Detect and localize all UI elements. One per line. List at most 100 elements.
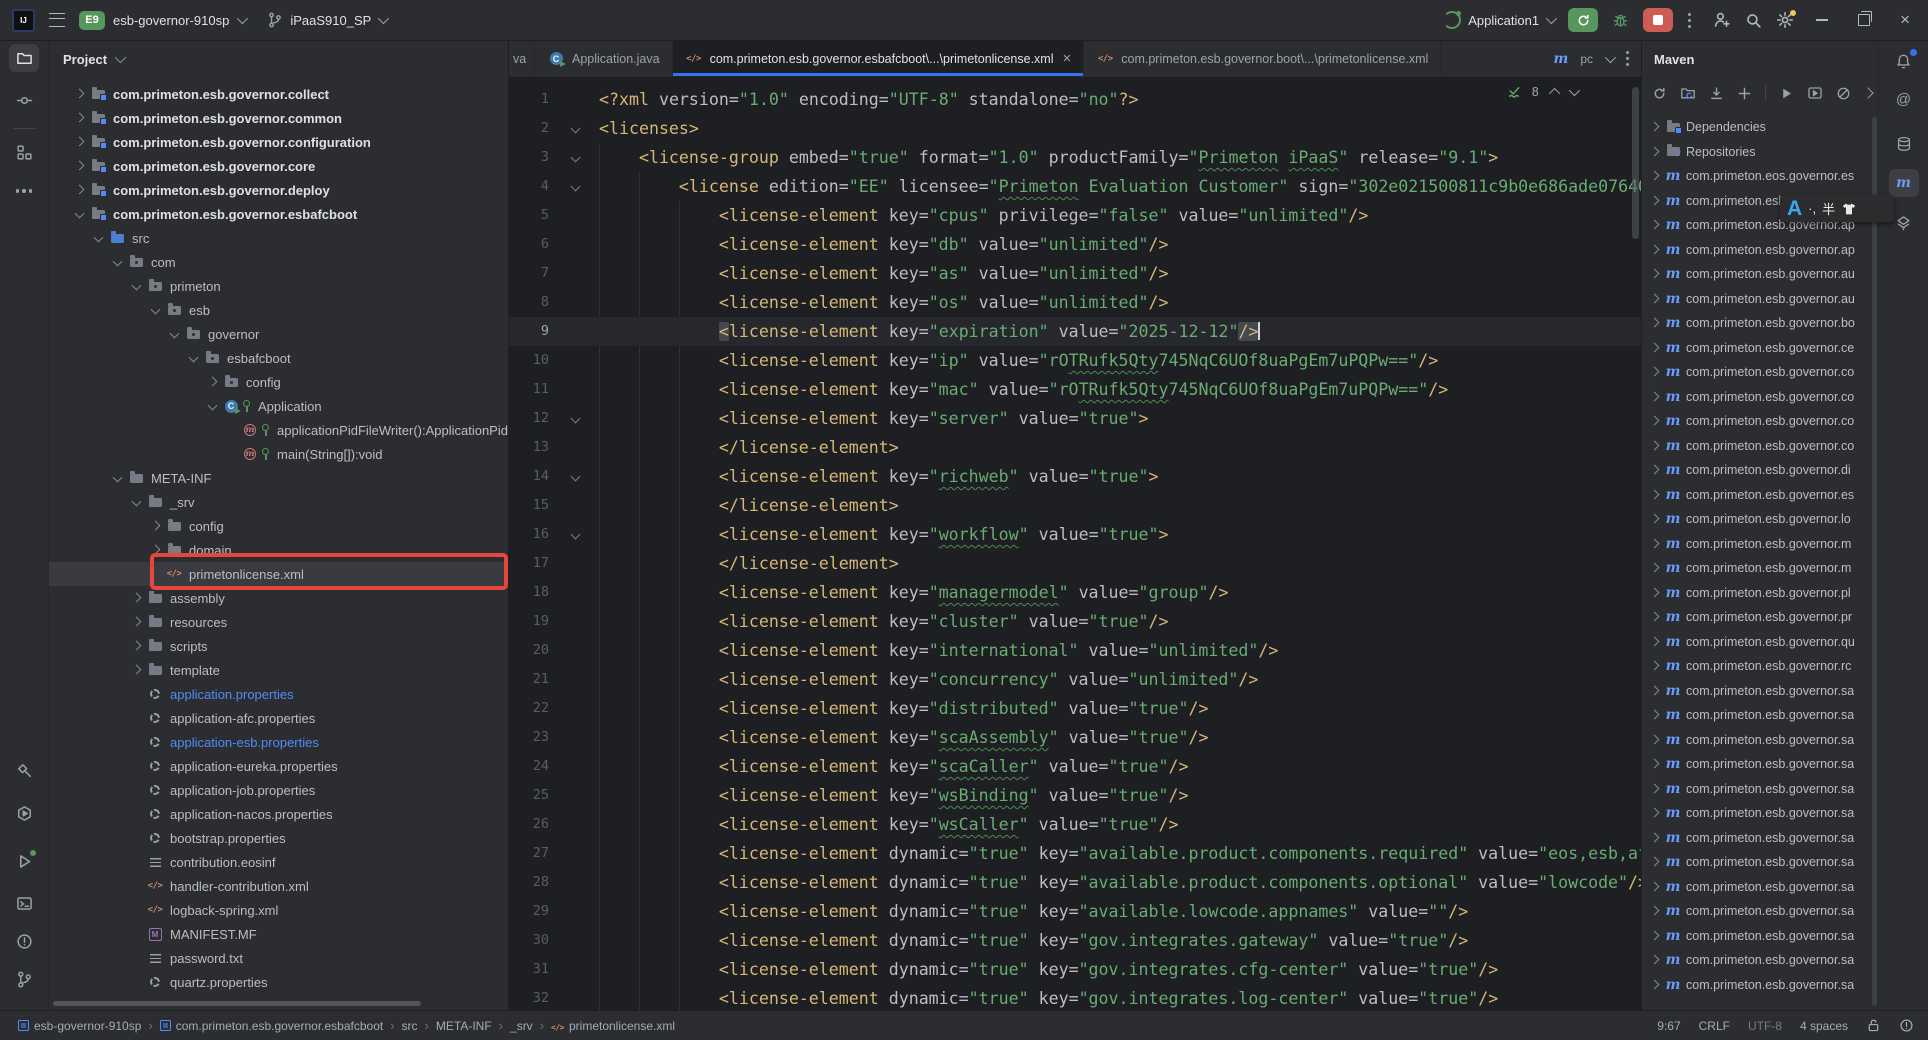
generate-sources-icon[interactable] [1680, 85, 1696, 101]
search-icon[interactable] [1745, 12, 1762, 29]
offline-mode-icon[interactable] [1836, 86, 1851, 101]
add-user-icon[interactable] [1713, 11, 1731, 29]
maven-tool-button[interactable] [1889, 169, 1919, 197]
indent-setting[interactable]: 4 spaces [1800, 1019, 1848, 1033]
chevron-right-icon[interactable] [1648, 757, 1662, 771]
close-button[interactable]: × [1900, 11, 1910, 28]
tree-item-scripts[interactable]: scripts [49, 634, 508, 658]
tree-item-_srv[interactable]: _srv [49, 490, 508, 514]
chevron-right-icon[interactable] [1648, 414, 1662, 428]
tree-item-main(String[]):void[interactable]: main(String[]):void [49, 442, 508, 466]
maven-item-Dependencies[interactable]: Dependencies [1642, 115, 1878, 140]
code-line-28[interactable]: 28 <license-element dynamic="true" key="… [509, 868, 1641, 897]
maven-item-com.primeton.esb.governor.di[interactable]: com.primeton.esb.governor.di [1642, 458, 1878, 483]
code-line-3[interactable]: 3 <license-group embed="true" format="1.… [509, 143, 1641, 172]
download-sources-icon[interactable] [1709, 86, 1724, 101]
maven-item-com.primeton.esb.governor.es[interactable]: com.primeton.esb.governor.es [1642, 483, 1878, 508]
chevron-right-icon[interactable] [206, 375, 220, 389]
chevron-right-icon[interactable] [1648, 243, 1662, 257]
tree-item-application-esb.properties[interactable]: application-esb.properties [49, 730, 508, 754]
chevron-right-icon[interactable] [1648, 439, 1662, 453]
maven-item-com.primeton.esb.governor.sa[interactable]: com.primeton.esb.governor.sa [1642, 973, 1878, 998]
tree-item-esb[interactable]: esb [49, 298, 508, 322]
maven-item-com.primeton.esb.governor.co[interactable]: com.primeton.esb.governor.co [1642, 360, 1878, 385]
code-line-29[interactable]: 29 <license-element dynamic="true" key="… [509, 897, 1641, 926]
tree-item-bootstrap.properties[interactable]: bootstrap.properties [49, 826, 508, 850]
chevron-right-icon[interactable] [1648, 169, 1662, 183]
maven-item-com.primeton.esb.governor.sa[interactable]: com.primeton.esb.governor.sa [1642, 703, 1878, 728]
breadcrumb-META-INF[interactable]: META-INF [436, 1019, 492, 1033]
code-editor[interactable]: 1<?xml version="1.0" encoding="UTF-8" st… [509, 77, 1641, 1010]
rerun-button[interactable] [1568, 8, 1598, 32]
chevron-down-icon[interactable] [187, 351, 201, 365]
run-tool-button[interactable] [9, 847, 39, 875]
editor-scrollbar[interactable] [1632, 87, 1639, 239]
chevron-right-icon[interactable] [1648, 806, 1662, 820]
services-tool-button[interactable] [9, 799, 39, 827]
maven-item-com.primeton.esb.governor.co[interactable]: com.primeton.esb.governor.co [1642, 385, 1878, 410]
chevron-right-icon[interactable] [73, 87, 87, 101]
maven-item-com.primeton.esb.governor.co[interactable]: com.primeton.esb.governor.co [1642, 434, 1878, 459]
maven-item-com.primeton.esb.governor.co[interactable]: com.primeton.esb.governor.co [1642, 409, 1878, 434]
tree-item-Application[interactable]: Application [49, 394, 508, 418]
tree-item-primeton[interactable]: primeton [49, 274, 508, 298]
tab-application-java[interactable]: Application.java [535, 41, 673, 76]
chevron-right-icon[interactable] [1648, 145, 1662, 159]
maven-scrollbar[interactable] [1872, 117, 1877, 1006]
tree-item-applicationPidFileWriter():ApplicationPidFileWriter[interactable]: applicationPidFileWriter():ApplicationPi… [49, 418, 508, 442]
chevron-right-icon[interactable] [149, 519, 163, 533]
code-line-4[interactable]: 4 <license edition="EE" licensee="Primet… [509, 172, 1641, 201]
code-line-16[interactable]: 16 <license-element key="workflow" value… [509, 520, 1641, 549]
maven-item-com.primeton.esb.governor.m[interactable]: com.primeton.esb.governor.m [1642, 556, 1878, 581]
maven-item-com.primeton.eos.governor.es[interactable]: com.primeton.eos.governor.es [1642, 164, 1878, 189]
code-line-5[interactable]: 5 <license-element key="cpus" privilege=… [509, 201, 1641, 230]
chevron-right-icon[interactable] [1648, 684, 1662, 698]
tree-item-com.primeton.esb.governor.configuration[interactable]: com.primeton.esb.governor.configuration [49, 130, 508, 154]
chevron-right-icon[interactable] [1648, 561, 1662, 575]
maven-item-com.primeton.esb.governor.sa[interactable]: com.primeton.esb.governor.sa [1642, 948, 1878, 973]
maven-item-Repositories[interactable]: Repositories [1642, 140, 1878, 165]
tree-item-com[interactable]: com [49, 250, 508, 274]
chevron-right-icon[interactable] [1862, 87, 1873, 98]
project-tool-button[interactable] [9, 44, 39, 72]
stop-button[interactable] [1643, 8, 1673, 32]
maven-item-com.primeton.esb.governor.ce[interactable]: com.primeton.esb.governor.ce [1642, 336, 1878, 361]
prev-problem-icon[interactable] [1549, 87, 1560, 98]
code-line-14[interactable]: 14 <license-element key="richweb" value=… [509, 462, 1641, 491]
code-line-18[interactable]: 18 <license-element key="managermodel" v… [509, 578, 1641, 607]
code-line-22[interactable]: 22 <license-element key="distributed" va… [509, 694, 1641, 723]
fold-chevron-icon[interactable] [571, 153, 581, 163]
chevron-right-icon[interactable] [130, 591, 144, 605]
chevron-right-icon[interactable] [130, 615, 144, 629]
chevron-down-icon[interactable] [149, 303, 163, 317]
maven-item-com.primeton.esb.governor.rc[interactable]: com.primeton.esb.governor.rc [1642, 654, 1878, 679]
code-line-25[interactable]: 25 <license-element key="wsBinding" valu… [509, 781, 1641, 810]
chevron-right-icon[interactable] [1648, 733, 1662, 747]
add-icon[interactable] [1737, 86, 1752, 101]
breadcrumb-src[interactable]: src [402, 1019, 418, 1033]
tree-item-application-job.properties[interactable]: application-job.properties [49, 778, 508, 802]
chevron-right-icon[interactable] [73, 135, 87, 149]
chevron-right-icon[interactable] [1648, 120, 1662, 134]
more-actions-icon[interactable] [1687, 13, 1691, 28]
fold-chevron-icon[interactable] [571, 124, 581, 134]
project-panel-header[interactable]: Project [49, 41, 508, 77]
fold-chevron-icon[interactable] [571, 414, 581, 424]
code-line-31[interactable]: 31 <license-element dynamic="true" key="… [509, 955, 1641, 984]
chevron-right-icon[interactable] [1648, 610, 1662, 624]
chevron-down-icon[interactable] [168, 327, 182, 341]
close-tab-icon[interactable]: × [1062, 51, 1071, 66]
chevron-right-icon[interactable] [73, 183, 87, 197]
project-widget[interactable]: E9 esb-governor-910sp [79, 11, 245, 30]
tree-item-META-INF[interactable]: META-INF [49, 466, 508, 490]
maven-item-com.primeton.esb.governor.sa[interactable]: com.primeton.esb.governor.sa [1642, 850, 1878, 875]
chevron-right-icon[interactable] [73, 159, 87, 173]
chevron-down-icon[interactable] [1605, 51, 1616, 62]
breadcrumb-com.primeton.esb.governor.esbafcboot[interactable]: com.primeton.esb.governor.esbafcboot [160, 1019, 383, 1033]
chevron-right-icon[interactable] [1648, 635, 1662, 649]
tree-item-resources[interactable]: resources [49, 610, 508, 634]
code-line-17[interactable]: 17 </license-element> [509, 549, 1641, 578]
main-menu-icon[interactable] [49, 13, 65, 27]
code-line-26[interactable]: 26 <license-element key="wsCaller" value… [509, 810, 1641, 839]
chevron-down-icon[interactable] [92, 231, 106, 245]
